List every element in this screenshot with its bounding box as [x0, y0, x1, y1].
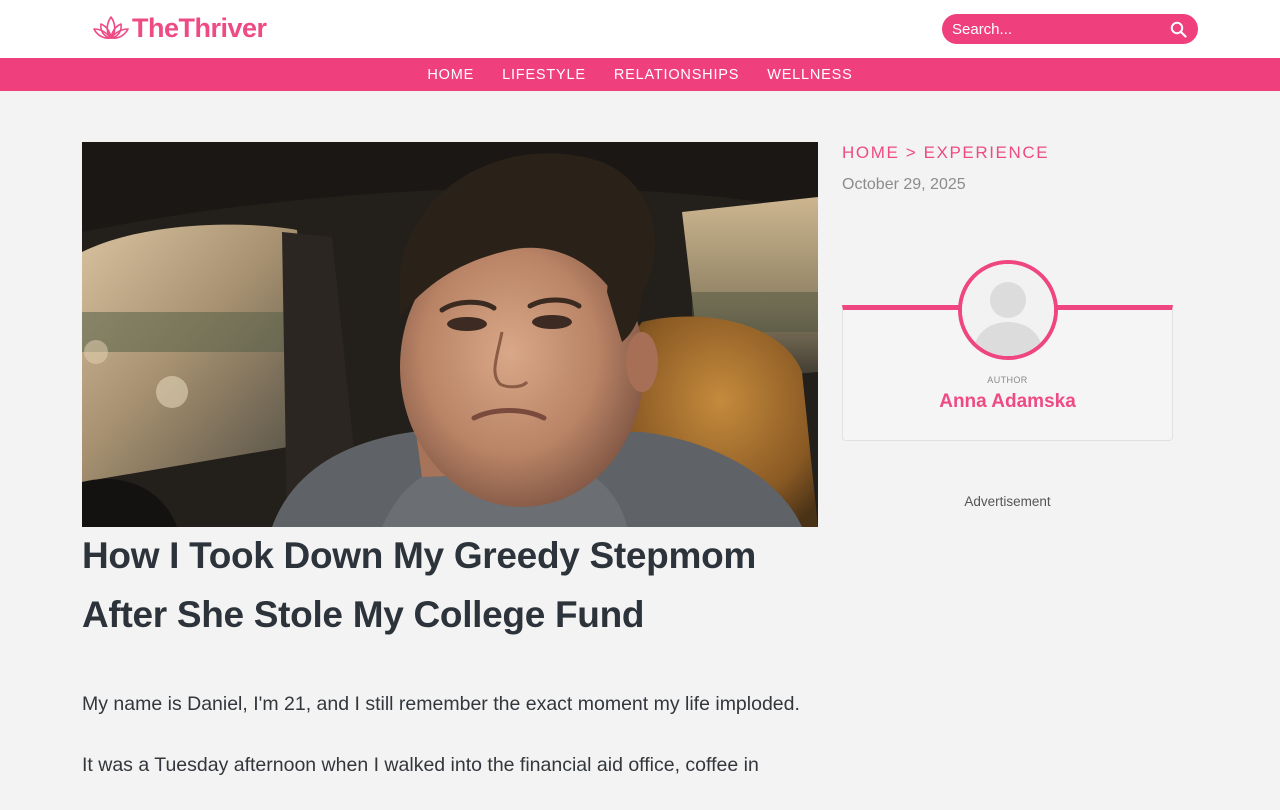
main-nav: HOME LIFESTYLE RELATIONSHIPS WELLNESS	[0, 58, 1280, 91]
post-date: October 29, 2025	[842, 176, 966, 193]
nav-item-relationships[interactable]: RELATIONSHIPS	[614, 67, 739, 83]
breadcrumb: HOME > EXPERIENCE	[842, 143, 1049, 163]
advertisement-label: Advertisement	[964, 494, 1051, 509]
site-name: TheThriver	[132, 12, 267, 43]
lotus-icon	[93, 16, 129, 39]
nav-item-lifestyle[interactable]: LIFESTYLE	[502, 67, 586, 83]
search-bar	[942, 14, 1198, 44]
search-icon[interactable]	[1168, 19, 1188, 39]
article-title: How I Took Down My Greedy Stepmom After …	[82, 535, 756, 635]
article-body: My name is Daniel, I'm 21, and I still r…	[82, 688, 827, 810]
breadcrumb-current[interactable]: EXPERIENCE	[924, 143, 1050, 162]
author-label: AUTHOR	[987, 375, 1028, 385]
search-input[interactable]	[952, 20, 1168, 38]
nav-item-home[interactable]: HOME	[427, 67, 474, 83]
author-name[interactable]: Anna Adamska	[842, 391, 1173, 413]
article-paragraph: My name is Daniel, I'm 21, and I still r…	[82, 693, 800, 715]
article-paragraph: It was a Tuesday afternoon when I walked…	[82, 754, 759, 776]
article-hero-image	[82, 142, 818, 527]
breadcrumb-separator: >	[905, 143, 918, 162]
site-logo[interactable]: TheThriver	[92, 10, 267, 46]
nav-item-wellness[interactable]: WELLNESS	[767, 67, 852, 83]
site-header: TheThriver	[0, 0, 1280, 58]
user-placeholder-icon[interactable]	[958, 260, 1058, 360]
breadcrumb-home[interactable]: HOME	[842, 143, 899, 162]
